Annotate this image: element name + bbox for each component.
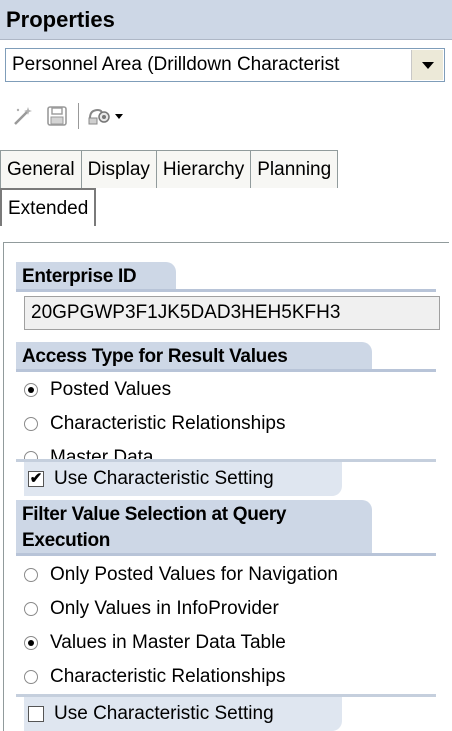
filter-value-header-line2: Execution — [22, 530, 111, 551]
save-icon[interactable] — [44, 103, 70, 129]
radio-label: Characteristic Relationships — [50, 413, 286, 434]
toolbar — [10, 96, 123, 136]
enterprise-id-field[interactable]: 20GPGWP3F1JK5DAD3HEH5KFH3 — [24, 296, 440, 330]
radio-button[interactable] — [24, 670, 38, 684]
radio-button[interactable] — [24, 602, 38, 616]
characteristic-selector-value: Personnel Area (Drilldown Characterist — [12, 54, 340, 75]
radio-only-values-infoprovider[interactable]: Only Values in InfoProvider — [24, 592, 279, 626]
group-divider — [16, 369, 436, 372]
tab-strip: General Display Hierarchy Planning Exten… — [0, 150, 452, 242]
checkbox-use-characteristic-setting-filter[interactable]: Use Characteristic Setting — [24, 697, 342, 731]
radio-label: Posted Values — [50, 379, 172, 400]
filter-value-header: Filter Value Selection at Query Executio… — [16, 500, 372, 556]
checkbox-label: Use Characteristic Setting — [54, 468, 274, 489]
enterprise-id-header: Enterprise ID — [16, 262, 176, 292]
filter-value-header-line1: Filter Value Selection at Query — [22, 504, 287, 525]
radio-button-selected[interactable] — [24, 383, 38, 397]
radio-label: Only Posted Values for Navigation — [50, 564, 338, 585]
query-designer-icon[interactable] — [87, 103, 113, 129]
group-divider — [16, 553, 436, 556]
radio-label: Values in Master Data Table — [50, 632, 286, 653]
radio-only-posted-values[interactable]: Only Posted Values for Navigation — [24, 558, 338, 592]
checkbox-unchecked[interactable] — [28, 706, 44, 722]
access-type-header: Access Type for Result Values — [16, 342, 372, 372]
radio-label: Only Values in InfoProvider — [50, 598, 279, 619]
characteristic-selector[interactable]: Personnel Area (Drilldown Characterist — [5, 48, 445, 82]
radio-values-master-data-table[interactable]: Values in Master Data Table — [24, 626, 286, 660]
chevron-down-icon — [421, 61, 434, 69]
group-divider — [16, 289, 436, 292]
panel-title: Properties — [0, 0, 452, 40]
magic-wand-icon[interactable] — [10, 103, 36, 129]
tab-hierarchy[interactable]: Hierarchy — [156, 150, 252, 188]
radio-posted-values[interactable]: Posted Values — [24, 373, 171, 407]
query-designer-dropdown-icon[interactable] — [115, 113, 123, 119]
radio-characteristic-relationships[interactable]: Characteristic Relationships — [24, 407, 286, 441]
radio-button[interactable] — [24, 417, 38, 431]
checkbox-use-characteristic-setting[interactable]: ✔ Use Characteristic Setting — [24, 462, 342, 496]
checkbox-label: Use Characteristic Setting — [54, 703, 274, 724]
checkbox-checked[interactable]: ✔ — [28, 471, 44, 487]
tab-extended[interactable]: Extended — [0, 188, 97, 226]
tab-general[interactable]: General — [0, 150, 82, 188]
radio-characteristic-relationships-filter[interactable]: Characteristic Relationships — [24, 660, 286, 694]
radio-button[interactable] — [24, 568, 38, 582]
tab-display[interactable]: Display — [81, 150, 157, 188]
radio-label: Characteristic Relationships — [50, 666, 286, 687]
radio-button-selected[interactable] — [24, 636, 38, 650]
toolbar-separator — [78, 103, 79, 129]
dropdown-button[interactable] — [411, 50, 443, 80]
tab-planning[interactable]: Planning — [251, 150, 339, 188]
